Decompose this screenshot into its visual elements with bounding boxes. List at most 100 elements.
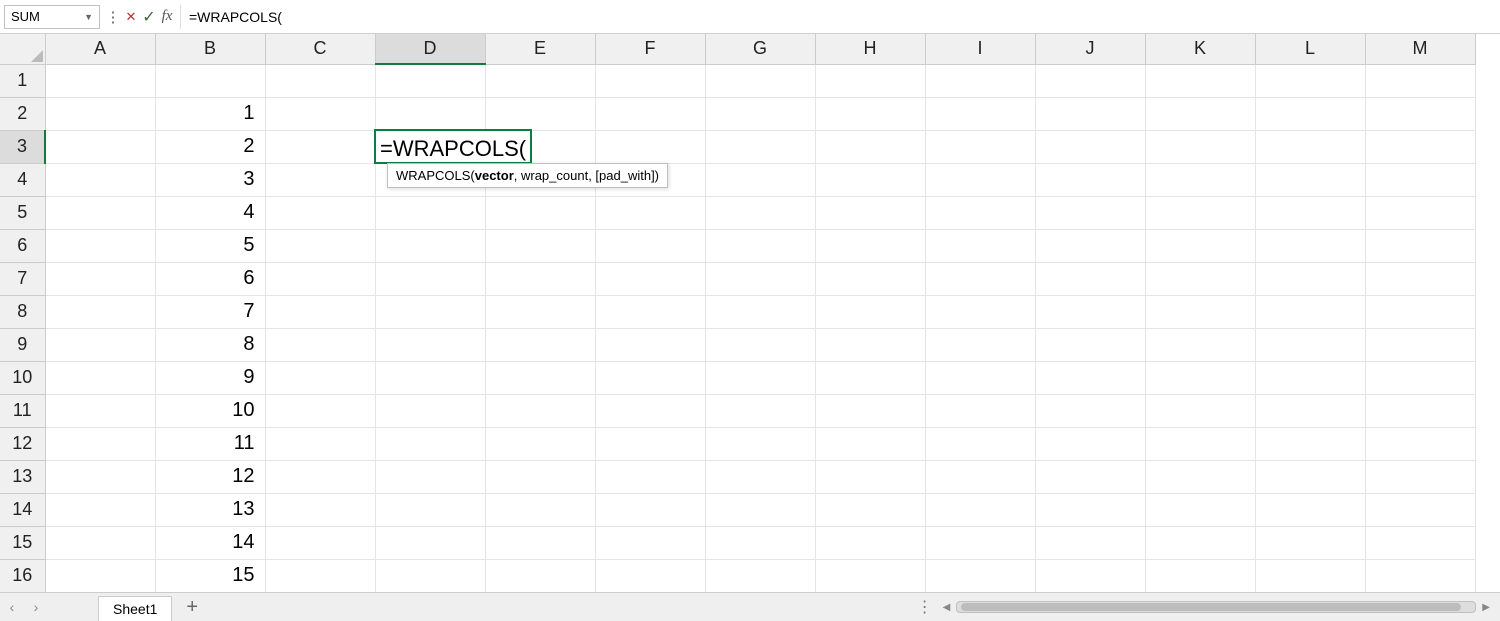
- cell-A6[interactable]: [45, 229, 155, 262]
- cancel-formula-button[interactable]: ✕: [122, 6, 140, 28]
- cell-D16[interactable]: [375, 559, 485, 592]
- cell-G1[interactable]: [705, 64, 815, 97]
- cell-C11[interactable]: [265, 394, 375, 427]
- cell-L5[interactable]: [1255, 196, 1365, 229]
- cell-L9[interactable]: [1255, 328, 1365, 361]
- cell-F5[interactable]: [595, 196, 705, 229]
- cell-I16[interactable]: [925, 559, 1035, 592]
- cell-A15[interactable]: [45, 526, 155, 559]
- cell-H3[interactable]: [815, 130, 925, 163]
- cell-G11[interactable]: [705, 394, 815, 427]
- cell-F7[interactable]: [595, 262, 705, 295]
- cell-C12[interactable]: [265, 427, 375, 460]
- cell-I2[interactable]: [925, 97, 1035, 130]
- cell-C1[interactable]: [265, 64, 375, 97]
- row-header-7[interactable]: 7: [0, 262, 45, 295]
- cell-H1[interactable]: [815, 64, 925, 97]
- cell-K15[interactable]: [1145, 526, 1255, 559]
- row-header-16[interactable]: 16: [0, 559, 45, 592]
- cell-I9[interactable]: [925, 328, 1035, 361]
- cell-L7[interactable]: [1255, 262, 1365, 295]
- cell-G12[interactable]: [705, 427, 815, 460]
- cell-K12[interactable]: [1145, 427, 1255, 460]
- row-header-6[interactable]: 6: [0, 229, 45, 262]
- cell-C15[interactable]: [265, 526, 375, 559]
- cell-B16[interactable]: 15: [155, 559, 265, 592]
- cell-H6[interactable]: [815, 229, 925, 262]
- cell-J4[interactable]: [1035, 163, 1145, 196]
- cell-G10[interactable]: [705, 361, 815, 394]
- cell-H15[interactable]: [815, 526, 925, 559]
- cell-H4[interactable]: [815, 163, 925, 196]
- row-header-13[interactable]: 13: [0, 460, 45, 493]
- cell-B14[interactable]: 13: [155, 493, 265, 526]
- row-header-10[interactable]: 10: [0, 361, 45, 394]
- cell-K10[interactable]: [1145, 361, 1255, 394]
- cell-M10[interactable]: [1365, 361, 1475, 394]
- row-header-1[interactable]: 1: [0, 64, 45, 97]
- cell-L15[interactable]: [1255, 526, 1365, 559]
- row-header-9[interactable]: 9: [0, 328, 45, 361]
- cell-M7[interactable]: [1365, 262, 1475, 295]
- cell-F14[interactable]: [595, 493, 705, 526]
- cell-I14[interactable]: [925, 493, 1035, 526]
- cell-B6[interactable]: 5: [155, 229, 265, 262]
- cell-K4[interactable]: [1145, 163, 1255, 196]
- cell-A4[interactable]: [45, 163, 155, 196]
- cell-E16[interactable]: [485, 559, 595, 592]
- cell-K9[interactable]: [1145, 328, 1255, 361]
- cell-H10[interactable]: [815, 361, 925, 394]
- cell-A5[interactable]: [45, 196, 155, 229]
- cell-H11[interactable]: [815, 394, 925, 427]
- cell-G2[interactable]: [705, 97, 815, 130]
- cell-G7[interactable]: [705, 262, 815, 295]
- cell-A3[interactable]: [45, 130, 155, 163]
- cell-L10[interactable]: [1255, 361, 1365, 394]
- cell-E11[interactable]: [485, 394, 595, 427]
- cell-G6[interactable]: [705, 229, 815, 262]
- cell-I15[interactable]: [925, 526, 1035, 559]
- cell-A9[interactable]: [45, 328, 155, 361]
- cell-B15[interactable]: 14: [155, 526, 265, 559]
- cell-A2[interactable]: [45, 97, 155, 130]
- col-header-D[interactable]: D: [375, 34, 485, 64]
- cell-H5[interactable]: [815, 196, 925, 229]
- cell-E8[interactable]: [485, 295, 595, 328]
- cell-F3[interactable]: [595, 130, 705, 163]
- cell-L14[interactable]: [1255, 493, 1365, 526]
- cell-J10[interactable]: [1035, 361, 1145, 394]
- cell-G16[interactable]: [705, 559, 815, 592]
- fx-icon[interactable]: fx: [158, 6, 176, 28]
- cell-F12[interactable]: [595, 427, 705, 460]
- name-box[interactable]: SUM ▼: [4, 5, 100, 29]
- cell-C10[interactable]: [265, 361, 375, 394]
- col-header-C[interactable]: C: [265, 34, 375, 64]
- cell-K6[interactable]: [1145, 229, 1255, 262]
- cell-I3[interactable]: [925, 130, 1035, 163]
- cell-F6[interactable]: [595, 229, 705, 262]
- cell-L11[interactable]: [1255, 394, 1365, 427]
- cell-A13[interactable]: [45, 460, 155, 493]
- cell-M6[interactable]: [1365, 229, 1475, 262]
- cell-M13[interactable]: [1365, 460, 1475, 493]
- row-header-15[interactable]: 15: [0, 526, 45, 559]
- cell-I7[interactable]: [925, 262, 1035, 295]
- cell-L8[interactable]: [1255, 295, 1365, 328]
- cell-E9[interactable]: [485, 328, 595, 361]
- cell-C9[interactable]: [265, 328, 375, 361]
- cell-M2[interactable]: [1365, 97, 1475, 130]
- cell-C3[interactable]: [265, 130, 375, 163]
- col-header-L[interactable]: L: [1255, 34, 1365, 64]
- cell-B2[interactable]: 1: [155, 97, 265, 130]
- cell-M4[interactable]: [1365, 163, 1475, 196]
- cell-D9[interactable]: [375, 328, 485, 361]
- col-header-B[interactable]: B: [155, 34, 265, 64]
- cell-D12[interactable]: [375, 427, 485, 460]
- cell-B3[interactable]: 2: [155, 130, 265, 163]
- cell-B5[interactable]: 4: [155, 196, 265, 229]
- cell-B10[interactable]: 9: [155, 361, 265, 394]
- col-header-A[interactable]: A: [45, 34, 155, 64]
- row-header-8[interactable]: 8: [0, 295, 45, 328]
- cell-M12[interactable]: [1365, 427, 1475, 460]
- cell-A8[interactable]: [45, 295, 155, 328]
